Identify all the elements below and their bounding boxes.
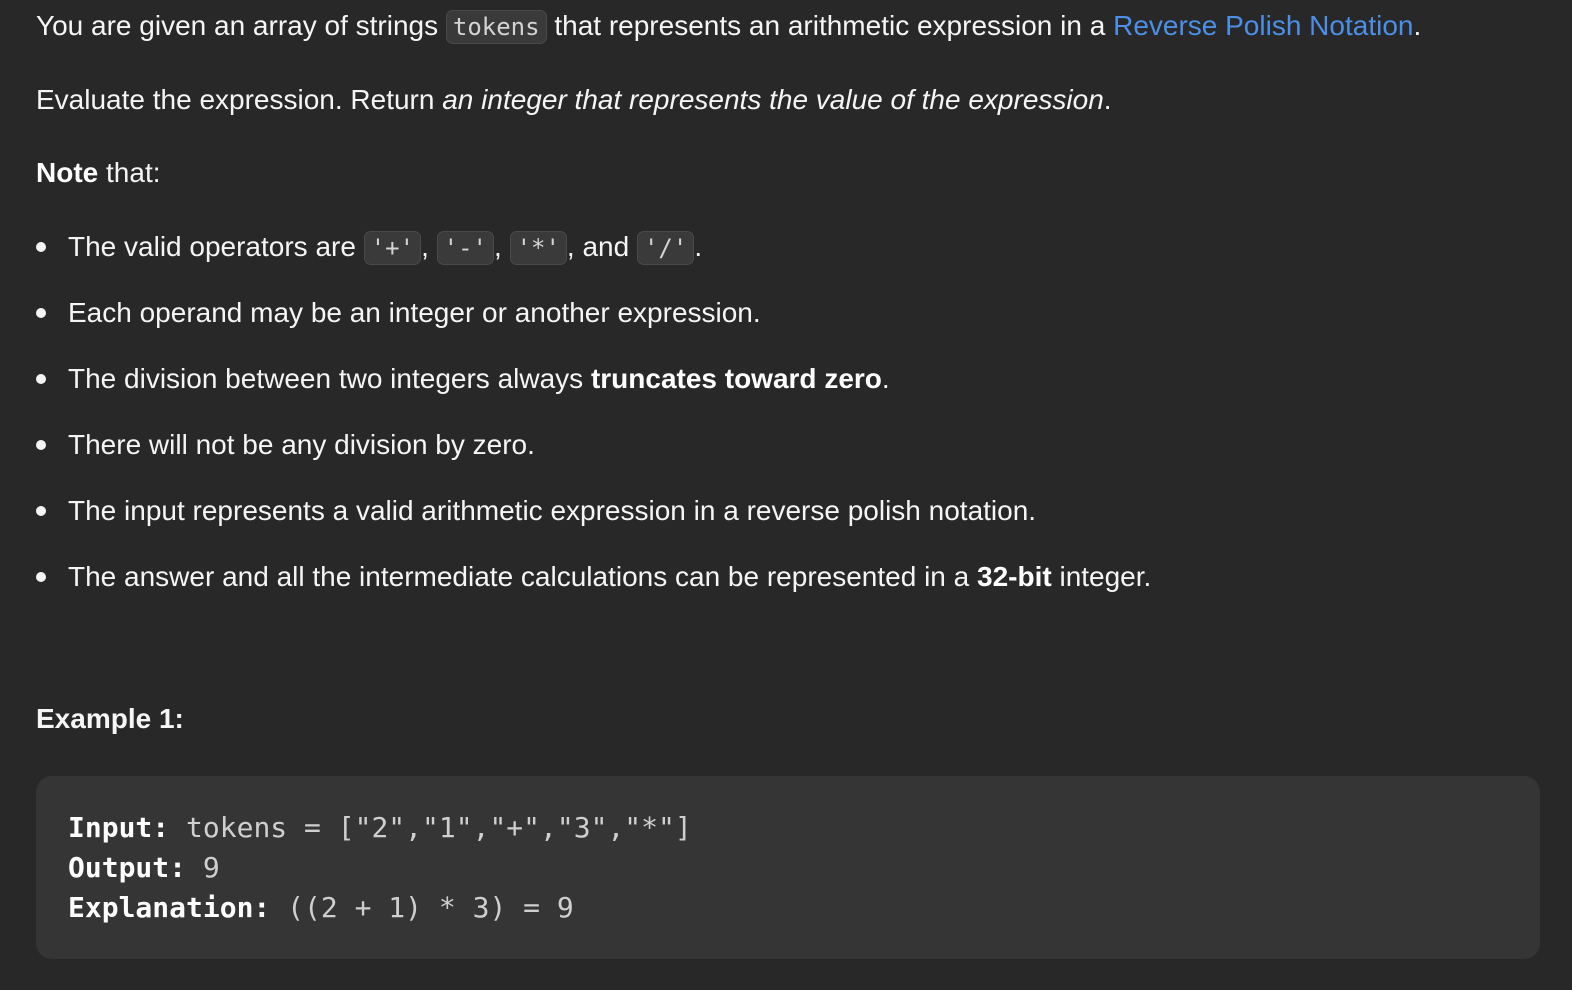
division-end: .	[881, 363, 890, 394]
operators-sep-1: ,	[421, 231, 437, 262]
bits-end: integer.	[1051, 561, 1152, 592]
example-explanation-line: Explanation: ((2 + 1) * 3) = 9	[68, 888, 1508, 928]
input-label: Input:	[68, 811, 170, 844]
reverse-polish-notation-link[interactable]: Reverse Polish Notation	[1113, 10, 1413, 41]
intro-text: You are given an array of strings	[36, 10, 446, 41]
note-rest: that:	[98, 157, 161, 188]
list-item-valid-input: The input represents a valid arithmetic …	[36, 490, 1151, 556]
bullet-icon	[36, 242, 46, 252]
operator-divide-code: '/'	[636, 231, 695, 265]
list-item-no-zero: There will not be any division by zero.	[36, 424, 1151, 490]
notes-list: The valid operators are '+', '-', '*', a…	[36, 226, 1151, 622]
list-item-division: The division between two integers always…	[36, 358, 1151, 424]
output-value: 9	[186, 851, 220, 884]
input-value: tokens = ["2","1","+","3","*"]	[169, 811, 692, 844]
no-zero-text: There will not be any division by zero.	[68, 429, 535, 460]
division-text: The division between two integers always	[68, 363, 591, 394]
operator-multiply-code: '*'	[509, 231, 567, 265]
division-bold: truncates toward zero	[590, 363, 882, 394]
evaluate-paragraph: Evaluate the expression. Return an integ…	[36, 80, 1112, 120]
list-item-operand: Each operand may be an integer or anothe…	[36, 292, 1151, 358]
note-bold: Note	[36, 157, 99, 188]
bullet-icon	[36, 308, 46, 318]
intro-paragraph: You are given an array of strings tokens…	[36, 6, 1421, 47]
bullet-icon	[36, 440, 46, 450]
evaluate-text: Evaluate the expression. Return	[36, 84, 443, 115]
bullet-icon	[36, 374, 46, 384]
bits-text: The answer and all the intermediate calc…	[68, 561, 977, 592]
valid-input-text: The input represents a valid arithmetic …	[68, 495, 1037, 526]
bullet-icon	[36, 506, 46, 516]
evaluate-italic: an integer that represents the value of …	[442, 84, 1104, 115]
bits-bold: 32-bit	[977, 561, 1052, 592]
operators-text: The valid operators are	[68, 231, 364, 262]
list-item-operators: The valid operators are '+', '-', '*', a…	[36, 226, 1151, 292]
bullet-icon	[36, 572, 46, 582]
list-item-bits: The answer and all the intermediate calc…	[36, 556, 1151, 622]
operators-end: .	[694, 231, 703, 262]
example-input-line: Input: tokens = ["2","1","+","3","*"]	[68, 808, 1508, 848]
intro-end: .	[1413, 10, 1422, 41]
operators-sep-3: , and	[566, 231, 637, 262]
operand-text: Each operand may be an integer or anothe…	[68, 297, 761, 328]
operators-sep-2: ,	[494, 231, 510, 262]
operator-minus-code: '-'	[436, 231, 494, 265]
explanation-label: Explanation:	[68, 891, 271, 924]
example-output-line: Output: 9	[68, 848, 1508, 888]
output-label: Output:	[68, 851, 187, 884]
intro-text-2: that represents an arithmetic expression…	[546, 10, 1114, 41]
operator-plus-code: '+'	[363, 231, 422, 265]
example-1-code-block: Input: tokens = ["2","1","+","3","*"] Ou…	[36, 776, 1540, 959]
explanation-value: ((2 + 1) * 3) = 9	[270, 891, 574, 924]
evaluate-end: .	[1103, 84, 1112, 115]
tokens-code: tokens	[445, 10, 547, 44]
example-1-title: Example 1:	[36, 703, 184, 734]
note-heading: Note that:	[36, 153, 161, 193]
